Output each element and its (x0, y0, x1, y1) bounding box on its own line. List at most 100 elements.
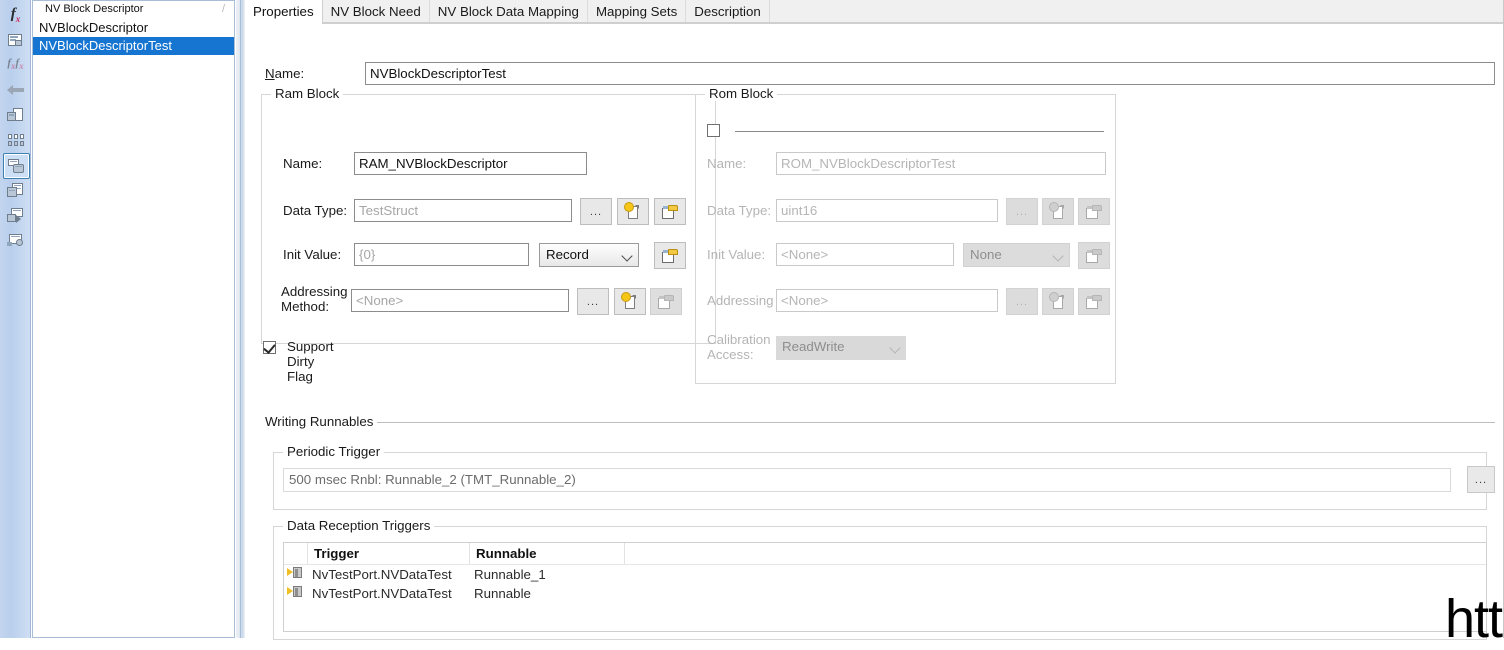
ram-data-type-open-button[interactable] (654, 198, 686, 225)
ram-init-value-kind-select[interactable]: Record (539, 243, 639, 267)
data-reception-triggers-title: Data Reception Triggers (283, 518, 435, 533)
table-header-icon-column[interactable] (284, 543, 308, 564)
tab-description[interactable]: Description (686, 0, 770, 23)
ram-addressing-browse-button[interactable]: ... (577, 288, 609, 315)
table-row[interactable]: NvTestPort.NVDataTest Runnable_1 (284, 565, 1486, 584)
function-pair-icon[interactable]: fxfx (3, 53, 28, 77)
table-header-spacer[interactable] (625, 543, 685, 564)
rom-init-value-kind-select: None (963, 243, 1070, 267)
mapping-glyph (7, 207, 24, 223)
rom-block-enable-checkbox[interactable] (707, 124, 720, 137)
ram-block-group: Ram Block Name: RAM_NVBlockDescriptor Da… (261, 86, 716, 344)
table-icon[interactable] (3, 178, 28, 202)
data-reception-triggers-group: Data Reception Triggers Trigger Runnable (273, 518, 1487, 640)
writing-runnables-group: Writing Runnables Periodic Trigger 500 m… (261, 414, 1495, 650)
ellipsis-icon: ... (1474, 473, 1488, 486)
row-runnable-cell: Runnable_1 (474, 567, 546, 582)
ram-addressing-method-input[interactable]: <None> (351, 289, 569, 312)
table-header-row: Trigger Runnable (284, 543, 1486, 565)
list-item-label: NVBlockDescriptor (39, 20, 149, 35)
watermark-text: htt (1444, 589, 1503, 649)
name-row: Name: NVBlockDescriptorTest (265, 62, 1495, 86)
rom-init-value-kind-value: None (970, 247, 1002, 262)
table-row[interactable]: NvTestPort.NVDataTest Runnable (284, 584, 1486, 603)
row-trigger-cell: NvTestPort.NVDataTest (312, 586, 452, 601)
ram-addressing-new-button[interactable] (614, 288, 646, 315)
rom-block-group: Rom Block Name: ROM_NVBlockDescriptorTes… (695, 86, 1116, 384)
rom-enable-row (695, 124, 1116, 140)
rom-data-type-label: Data Type: (707, 203, 772, 218)
left-icon-rail: fx fxfx (0, 0, 31, 638)
ram-init-value-input[interactable]: {0} (354, 243, 529, 266)
properties-editor: Properties NV Block Need NV Block Data Map… (245, 0, 1504, 640)
list-item[interactable]: NVBlockDescriptorTest (33, 37, 234, 55)
rom-addressing-open-button (1078, 288, 1110, 315)
browse-window-icon (662, 204, 678, 219)
function-icon[interactable]: fx (3, 3, 28, 27)
component-glyph (7, 33, 24, 48)
rom-data-type-browse-button: ... (1006, 198, 1038, 225)
panel-splitter[interactable] (236, 0, 245, 638)
rom-calibration-access-label: Calibration Access: (707, 332, 771, 362)
chevron-down-icon (889, 342, 901, 354)
name-label: Name: (265, 66, 305, 81)
tab-nv-block-need[interactable]: NV Block Need (322, 0, 430, 23)
data-reception-triggers-table[interactable]: Trigger Runnable NvTestPort.NVDataTest R… (283, 542, 1487, 632)
rom-init-value-label: Init Value: (707, 247, 766, 262)
ram-data-type-new-button[interactable] (617, 198, 649, 225)
fx-glyph: fx (10, 5, 21, 24)
writing-runnables-title: Writing Runnables (261, 414, 378, 429)
rom-addressing-label: Addressing (707, 293, 774, 308)
new-document-icon (622, 292, 637, 310)
bits-icon[interactable] (3, 128, 28, 152)
application-window: fx fxfx NV Block Descriptor / NVBlockDes… (0, 0, 1504, 649)
rom-header-divider (735, 131, 1104, 132)
ram-init-value-kind-value: Record (546, 247, 589, 262)
document-component-icon[interactable] (3, 103, 28, 127)
document-component-glyph (7, 107, 24, 123)
table-glyph (7, 182, 24, 198)
mapping-icon[interactable] (3, 203, 28, 227)
port-icon (287, 567, 302, 579)
list-item[interactable]: NVBlockDescriptor (33, 19, 234, 37)
row-trigger-cell: NvTestPort.NVDataTest (312, 567, 452, 582)
tab-mapping-sets[interactable]: Mapping Sets (587, 0, 687, 23)
support-dirty-flag-checkbox[interactable] (263, 341, 276, 354)
rom-calibration-access-row: Calibration Access: ReadWrite (695, 332, 1116, 364)
rom-name-row: Name: ROM_NVBlockDescriptorTest (695, 152, 1116, 176)
rom-addressing-input: <None> (776, 289, 998, 312)
ram-init-value-label: Init Value: (283, 247, 342, 262)
object-list-header-label: NV Block Descriptor (45, 3, 144, 15)
ram-data-type-row: Data Type: TestStruct ... (261, 198, 716, 225)
table-header-trigger[interactable]: Trigger (308, 543, 470, 564)
tab-nv-block-data-mapping[interactable]: NV Block Data Mapping (429, 0, 588, 23)
new-document-icon (625, 202, 640, 220)
chevron-down-icon (621, 250, 633, 262)
ellipsis-icon: ... (1015, 205, 1029, 218)
row-icon-cell (287, 584, 309, 603)
rom-calibration-access-value: ReadWrite (782, 339, 845, 354)
ram-data-type-label: Data Type: (283, 203, 348, 218)
arrow-left-icon[interactable] (3, 78, 28, 102)
name-input[interactable]: NVBlockDescriptorTest (365, 62, 1495, 85)
ellipsis-icon: ... (586, 295, 600, 308)
browse-window-icon (1086, 294, 1102, 309)
ram-addressing-open-button[interactable] (650, 288, 682, 315)
component-icon[interactable] (3, 28, 28, 52)
ram-data-type-input[interactable]: TestStruct (354, 199, 572, 222)
table-header-runnable[interactable]: Runnable (470, 543, 625, 564)
periodic-trigger-input[interactable]: 500 msec Rnbl: Runnable_2 (TMT_Runnable_… (283, 468, 1451, 492)
ram-name-label: Name: (283, 156, 323, 171)
gearbox-glyph (7, 233, 24, 248)
tab-properties[interactable]: Properties (245, 0, 323, 25)
settings-component-icon[interactable] (3, 228, 28, 252)
row-icon-cell (287, 565, 309, 584)
ram-init-value-open-button[interactable] (654, 242, 686, 269)
ram-data-type-browse-button[interactable]: ... (580, 198, 612, 225)
ram-name-input[interactable]: RAM_NVBlockDescriptor (354, 152, 587, 175)
browse-window-icon (658, 294, 674, 309)
rom-name-input: ROM_NVBlockDescriptorTest (776, 152, 1106, 175)
ram-addressing-method-row: Addressing Method: <None> ... (261, 284, 716, 315)
nv-block-descriptor-icon[interactable] (3, 153, 30, 179)
periodic-trigger-browse-button[interactable]: ... (1467, 466, 1495, 493)
